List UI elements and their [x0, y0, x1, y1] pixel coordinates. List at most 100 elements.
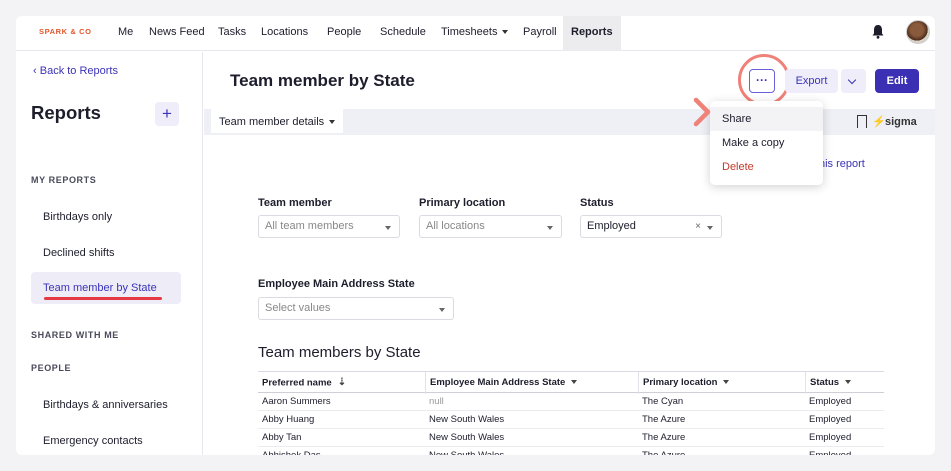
export-dropdown-button[interactable]	[841, 69, 866, 93]
address-state-placeholder: Select values	[265, 302, 331, 314]
sidebar-item-birthdays-anniversaries[interactable]: Birthdays & anniversaries	[43, 399, 168, 411]
chevron-down-icon	[502, 30, 509, 35]
sidebar: ‹ Back to Reports Reports + MY REPORTS B…	[16, 52, 203, 455]
app-window: SPARK & CO Me News Feed Tasks Locations …	[16, 16, 935, 455]
data-table: Preferred name ⇣ Employee Main Address St…	[258, 371, 884, 455]
more-options-menu: Share Make a copy Delete	[710, 101, 823, 185]
table-cell: Aaron Summers	[262, 396, 331, 407]
sidebar-item-birthdays-only[interactable]: Birthdays only	[43, 211, 112, 223]
nav-news-feed[interactable]: News Feed	[149, 16, 205, 51]
chevron-down-icon	[845, 380, 852, 385]
table-cell: Abhishek Das	[258, 447, 425, 455]
table-cell: New South Wales	[429, 414, 505, 425]
nav-timesheets[interactable]: Timesheets	[441, 16, 509, 51]
sigma-brand: sigma	[885, 116, 917, 128]
top-nav: SPARK & CO Me News Feed Tasks Locations …	[16, 16, 935, 51]
clear-icon[interactable]: ×	[695, 216, 701, 237]
menu-item-share[interactable]: Share	[710, 107, 823, 131]
nav-payroll[interactable]: Payroll	[523, 16, 557, 51]
nav-tasks[interactable]: Tasks	[218, 16, 246, 51]
chevron-down-icon	[385, 226, 391, 230]
primary-location-placeholder: All locations	[426, 220, 485, 232]
more-options-button[interactable]: ···	[749, 69, 775, 93]
chevron-down-icon	[723, 380, 730, 385]
add-report-button[interactable]: +	[155, 102, 179, 126]
annotation-arrow-icon	[693, 97, 711, 127]
sort-icon[interactable]: ⇣	[338, 372, 346, 394]
tab-team-member-details[interactable]: Team member details	[211, 109, 344, 135]
column-header-label: Status	[810, 377, 840, 388]
nav-timesheets-label: Timesheets	[441, 26, 498, 38]
back-to-reports-link[interactable]: ‹ Back to Reports	[33, 65, 118, 77]
brand-logo[interactable]: SPARK & CO	[39, 27, 92, 36]
primary-location-label: Primary location	[419, 197, 506, 209]
table-cell: The Azure	[642, 432, 686, 443]
sigma-logo-icon: ⚡	[872, 116, 886, 128]
nav-people[interactable]: People	[327, 16, 361, 51]
column-header-status[interactable]: Status	[805, 372, 884, 394]
sidebar-item-label: Team member by State	[43, 282, 157, 294]
team-member-placeholder: All team members	[265, 220, 354, 232]
chevron-down-icon	[707, 226, 713, 230]
status-value: Employed	[587, 220, 636, 232]
bookmark-icon[interactable]	[857, 115, 867, 128]
edit-button[interactable]: Edit	[875, 69, 919, 93]
chevron-down-icon	[329, 120, 336, 125]
table-cell: The Cyan	[642, 396, 684, 407]
column-header-label: Primary location	[643, 377, 718, 388]
page-title: Team member by State	[230, 71, 415, 90]
table-row[interactable]: Abby Tan New South Wales The Azure Emplo…	[258, 429, 884, 447]
my-reports-heading: MY REPORTS	[31, 175, 97, 185]
sidebar-title: Reports	[31, 102, 101, 123]
nav-locations[interactable]: Locations	[261, 16, 308, 51]
column-header-primary-location[interactable]: Primary location	[638, 372, 805, 394]
chevron-down-icon	[571, 380, 578, 385]
table-cell: Employed	[809, 432, 852, 443]
status-select[interactable]: Employed ×	[580, 215, 722, 238]
column-header-label: Preferred name	[262, 377, 332, 389]
export-button[interactable]: Export	[785, 69, 838, 93]
back-link-label: Back to Reports	[39, 65, 118, 77]
people-heading: PEOPLE	[31, 363, 72, 373]
table-cell: The Azure	[638, 447, 805, 455]
report-link[interactable]: his report	[819, 158, 865, 170]
column-header-preferred-name[interactable]: Preferred name ⇣	[258, 372, 425, 395]
table-cell: null	[429, 396, 444, 407]
shared-with-me-heading: SHARED WITH ME	[31, 330, 119, 340]
column-header-label: Employee Main Address State	[430, 377, 566, 388]
bell-icon[interactable]	[871, 24, 885, 39]
table-row[interactable]: Abhishek Das New South Wales The Azure E…	[258, 447, 884, 455]
table-cell: New South Wales	[429, 432, 505, 443]
table-row[interactable]: Abby Huang New South Wales The Azure Emp…	[258, 411, 884, 429]
chevron-down-icon	[439, 308, 445, 312]
annotation-underline	[44, 297, 162, 300]
table-cell: Abby Tan	[262, 432, 302, 443]
column-header-address-state[interactable]: Employee Main Address State	[425, 372, 638, 394]
table-title: Team members by State	[258, 344, 421, 361]
table-cell: New South Wales	[425, 447, 638, 455]
tab-strip: Team member details	[204, 109, 935, 135]
address-state-label: Employee Main Address State	[258, 278, 415, 290]
table-row[interactable]: Aaron Summers null The Cyan Employed	[258, 393, 884, 411]
table-cell: The Azure	[642, 414, 686, 425]
table-cell: Employed	[809, 396, 852, 407]
table-header-row: Preferred name ⇣ Employee Main Address St…	[258, 371, 884, 395]
status-label: Status	[580, 197, 614, 209]
table-cell: Employed	[809, 414, 852, 425]
team-member-label: Team member	[258, 197, 332, 209]
nav-schedule[interactable]: Schedule	[380, 16, 426, 51]
chevron-down-icon	[547, 226, 553, 230]
menu-item-delete[interactable]: Delete	[710, 155, 823, 179]
address-state-select[interactable]: Select values	[258, 297, 454, 320]
avatar[interactable]	[906, 20, 930, 44]
primary-location-select[interactable]: All locations	[419, 215, 562, 238]
sidebar-item-declined-shifts[interactable]: Declined shifts	[43, 247, 115, 259]
nav-me[interactable]: Me	[118, 16, 133, 51]
menu-item-make-a-copy[interactable]: Make a copy	[710, 131, 823, 155]
team-member-select[interactable]: All team members	[258, 215, 400, 238]
chevron-left-icon: ‹	[33, 65, 40, 77]
nav-reports[interactable]: Reports	[563, 16, 621, 51]
tab-label: Team member details	[219, 116, 325, 128]
table-cell: Abby Huang	[262, 414, 315, 425]
sidebar-item-emergency-contacts[interactable]: Emergency contacts	[43, 435, 143, 447]
